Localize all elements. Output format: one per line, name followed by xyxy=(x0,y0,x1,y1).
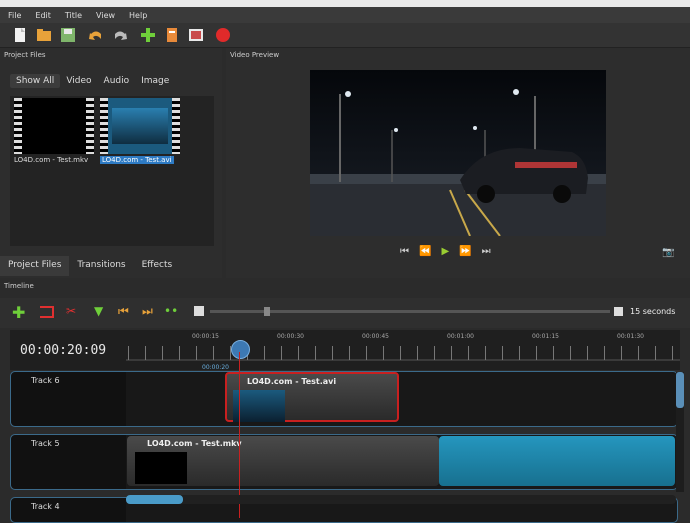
rewind-icon[interactable]: ⏪ xyxy=(419,246,431,257)
timeline-vscroll-thumb[interactable] xyxy=(676,372,684,408)
ruler-tick: 00:01:15 xyxy=(532,333,559,340)
snapping-icon[interactable] xyxy=(40,306,54,318)
timeline-hscrollbar[interactable] xyxy=(126,495,676,504)
jump-start-icon[interactable]: ⏮ xyxy=(400,246,409,257)
center-timeline-icon[interactable]: •• xyxy=(164,304,178,318)
menu-edit[interactable]: Edit xyxy=(35,11,51,20)
clip-title: LO4D.com - Test.mkv xyxy=(147,439,242,448)
tab-transitions[interactable]: Transitions xyxy=(69,256,133,276)
profile-icon[interactable] xyxy=(164,27,180,43)
ruler-tick: 00:01:30 xyxy=(617,333,644,340)
undo-icon[interactable] xyxy=(88,27,104,43)
video-preview-title: Video Preview xyxy=(230,51,280,59)
zoom-slider-handle[interactable] xyxy=(264,307,270,316)
menu-bar: File Edit Title View Help xyxy=(0,7,690,23)
window-titlebar xyxy=(0,0,690,7)
playhead-line xyxy=(239,352,240,518)
ruler-tick: 00:01:00 xyxy=(447,333,474,340)
track-header: Track 4 xyxy=(11,498,126,522)
view-toggle-icon[interactable] xyxy=(194,306,204,316)
clip-mkv[interactable]: LO4D.com - Test.mkv xyxy=(127,436,439,486)
ruler-tick: 00:00:45 xyxy=(362,333,389,340)
fast-forward-icon[interactable]: ⏩ xyxy=(459,246,471,257)
timecode-display: 00:00:20:09 xyxy=(20,343,107,358)
video-frame xyxy=(310,70,606,236)
ruler-tick: 00:00:30 xyxy=(277,333,304,340)
filter-audio[interactable]: Audio xyxy=(98,74,136,88)
clip-thumbnail xyxy=(135,452,187,484)
jump-end-icon[interactable]: ⏭ xyxy=(482,246,491,257)
track-name: Track 4 xyxy=(31,502,60,511)
clip-transition[interactable] xyxy=(439,436,675,486)
import-files-icon[interactable] xyxy=(140,27,156,43)
timeline-title: Timeline xyxy=(4,282,34,290)
project-files-list: LO4D.com - Test.mkv LO4D.com - Test.avi xyxy=(10,96,214,246)
track-5[interactable]: Track 5 LO4D.com - Test.mkv xyxy=(10,434,678,490)
filter-image[interactable]: Image xyxy=(135,74,175,88)
open-project-icon[interactable] xyxy=(36,27,52,43)
track-header: Track 6 xyxy=(11,372,126,426)
menu-view[interactable]: View xyxy=(96,11,115,20)
razor-icon[interactable]: ✂ xyxy=(66,304,76,318)
playhead-handle[interactable] xyxy=(231,340,250,359)
fullscreen-icon[interactable] xyxy=(188,27,204,43)
file-thumbnail-selected[interactable] xyxy=(100,98,180,154)
filter-tabs: Show All Video Audio Image xyxy=(10,74,175,88)
file-label-selected[interactable]: LO4D.com - Test.avi xyxy=(100,156,174,164)
file-label[interactable]: LO4D.com - Test.mkv xyxy=(14,156,88,164)
track-name: Track 6 xyxy=(31,376,60,385)
track-6[interactable]: Track 6 LO4D.com - Test.avi xyxy=(10,371,678,427)
project-files-title: Project Files xyxy=(4,51,46,59)
playhead-time-label: 00:00:20 xyxy=(202,364,229,371)
new-project-icon[interactable] xyxy=(12,27,28,43)
clip-title: LO4D.com - Test.avi xyxy=(247,377,337,386)
export-video-icon[interactable] xyxy=(215,27,231,43)
project-bottom-tabs: Project Files Transitions Effects xyxy=(0,256,222,276)
playback-controls: ⏮ ⏪ ▶ ⏩ ⏭ xyxy=(400,246,491,257)
play-icon[interactable]: ▶ xyxy=(441,246,449,257)
filter-show-all[interactable]: Show All xyxy=(10,74,61,88)
camera-icon[interactable]: 📷 xyxy=(662,247,674,258)
redo-icon[interactable] xyxy=(112,27,128,43)
file-thumbnail[interactable] xyxy=(14,98,94,154)
timeline-hscroll-thumb[interactable] xyxy=(126,495,183,504)
add-marker-icon[interactable]: ▼ xyxy=(94,304,103,318)
zoom-slider-track[interactable] xyxy=(210,310,610,313)
timeline-toolbar: ✚ ✂ ▼ ⏮ ⏭ •• 15 seconds xyxy=(0,298,690,328)
next-marker-icon[interactable]: ⏭ xyxy=(142,304,153,319)
track-name: Track 5 xyxy=(31,439,60,448)
video-frame-image xyxy=(310,70,606,236)
main-toolbar xyxy=(0,23,690,48)
menu-title[interactable]: Title xyxy=(65,11,82,20)
previous-marker-icon[interactable]: ⏮ xyxy=(118,304,129,319)
ruler-tick: 00:00:15 xyxy=(192,333,219,340)
menu-help[interactable]: Help xyxy=(129,11,147,20)
ruler-ticks xyxy=(128,346,673,360)
save-project-icon[interactable] xyxy=(60,27,76,43)
tab-project-files[interactable]: Project Files xyxy=(0,256,70,276)
tab-effects[interactable]: Effects xyxy=(134,256,181,276)
filter-video[interactable]: Video xyxy=(60,74,97,88)
menu-file[interactable]: File xyxy=(8,11,21,20)
track-header: Track 5 xyxy=(11,435,126,489)
add-track-icon[interactable]: ✚ xyxy=(12,305,25,321)
zoom-label: 15 seconds xyxy=(630,307,676,316)
zoom-icon xyxy=(614,307,623,316)
clip-avi-selected[interactable]: LO4D.com - Test.avi xyxy=(225,372,399,422)
clip-thumbnail xyxy=(233,390,285,422)
